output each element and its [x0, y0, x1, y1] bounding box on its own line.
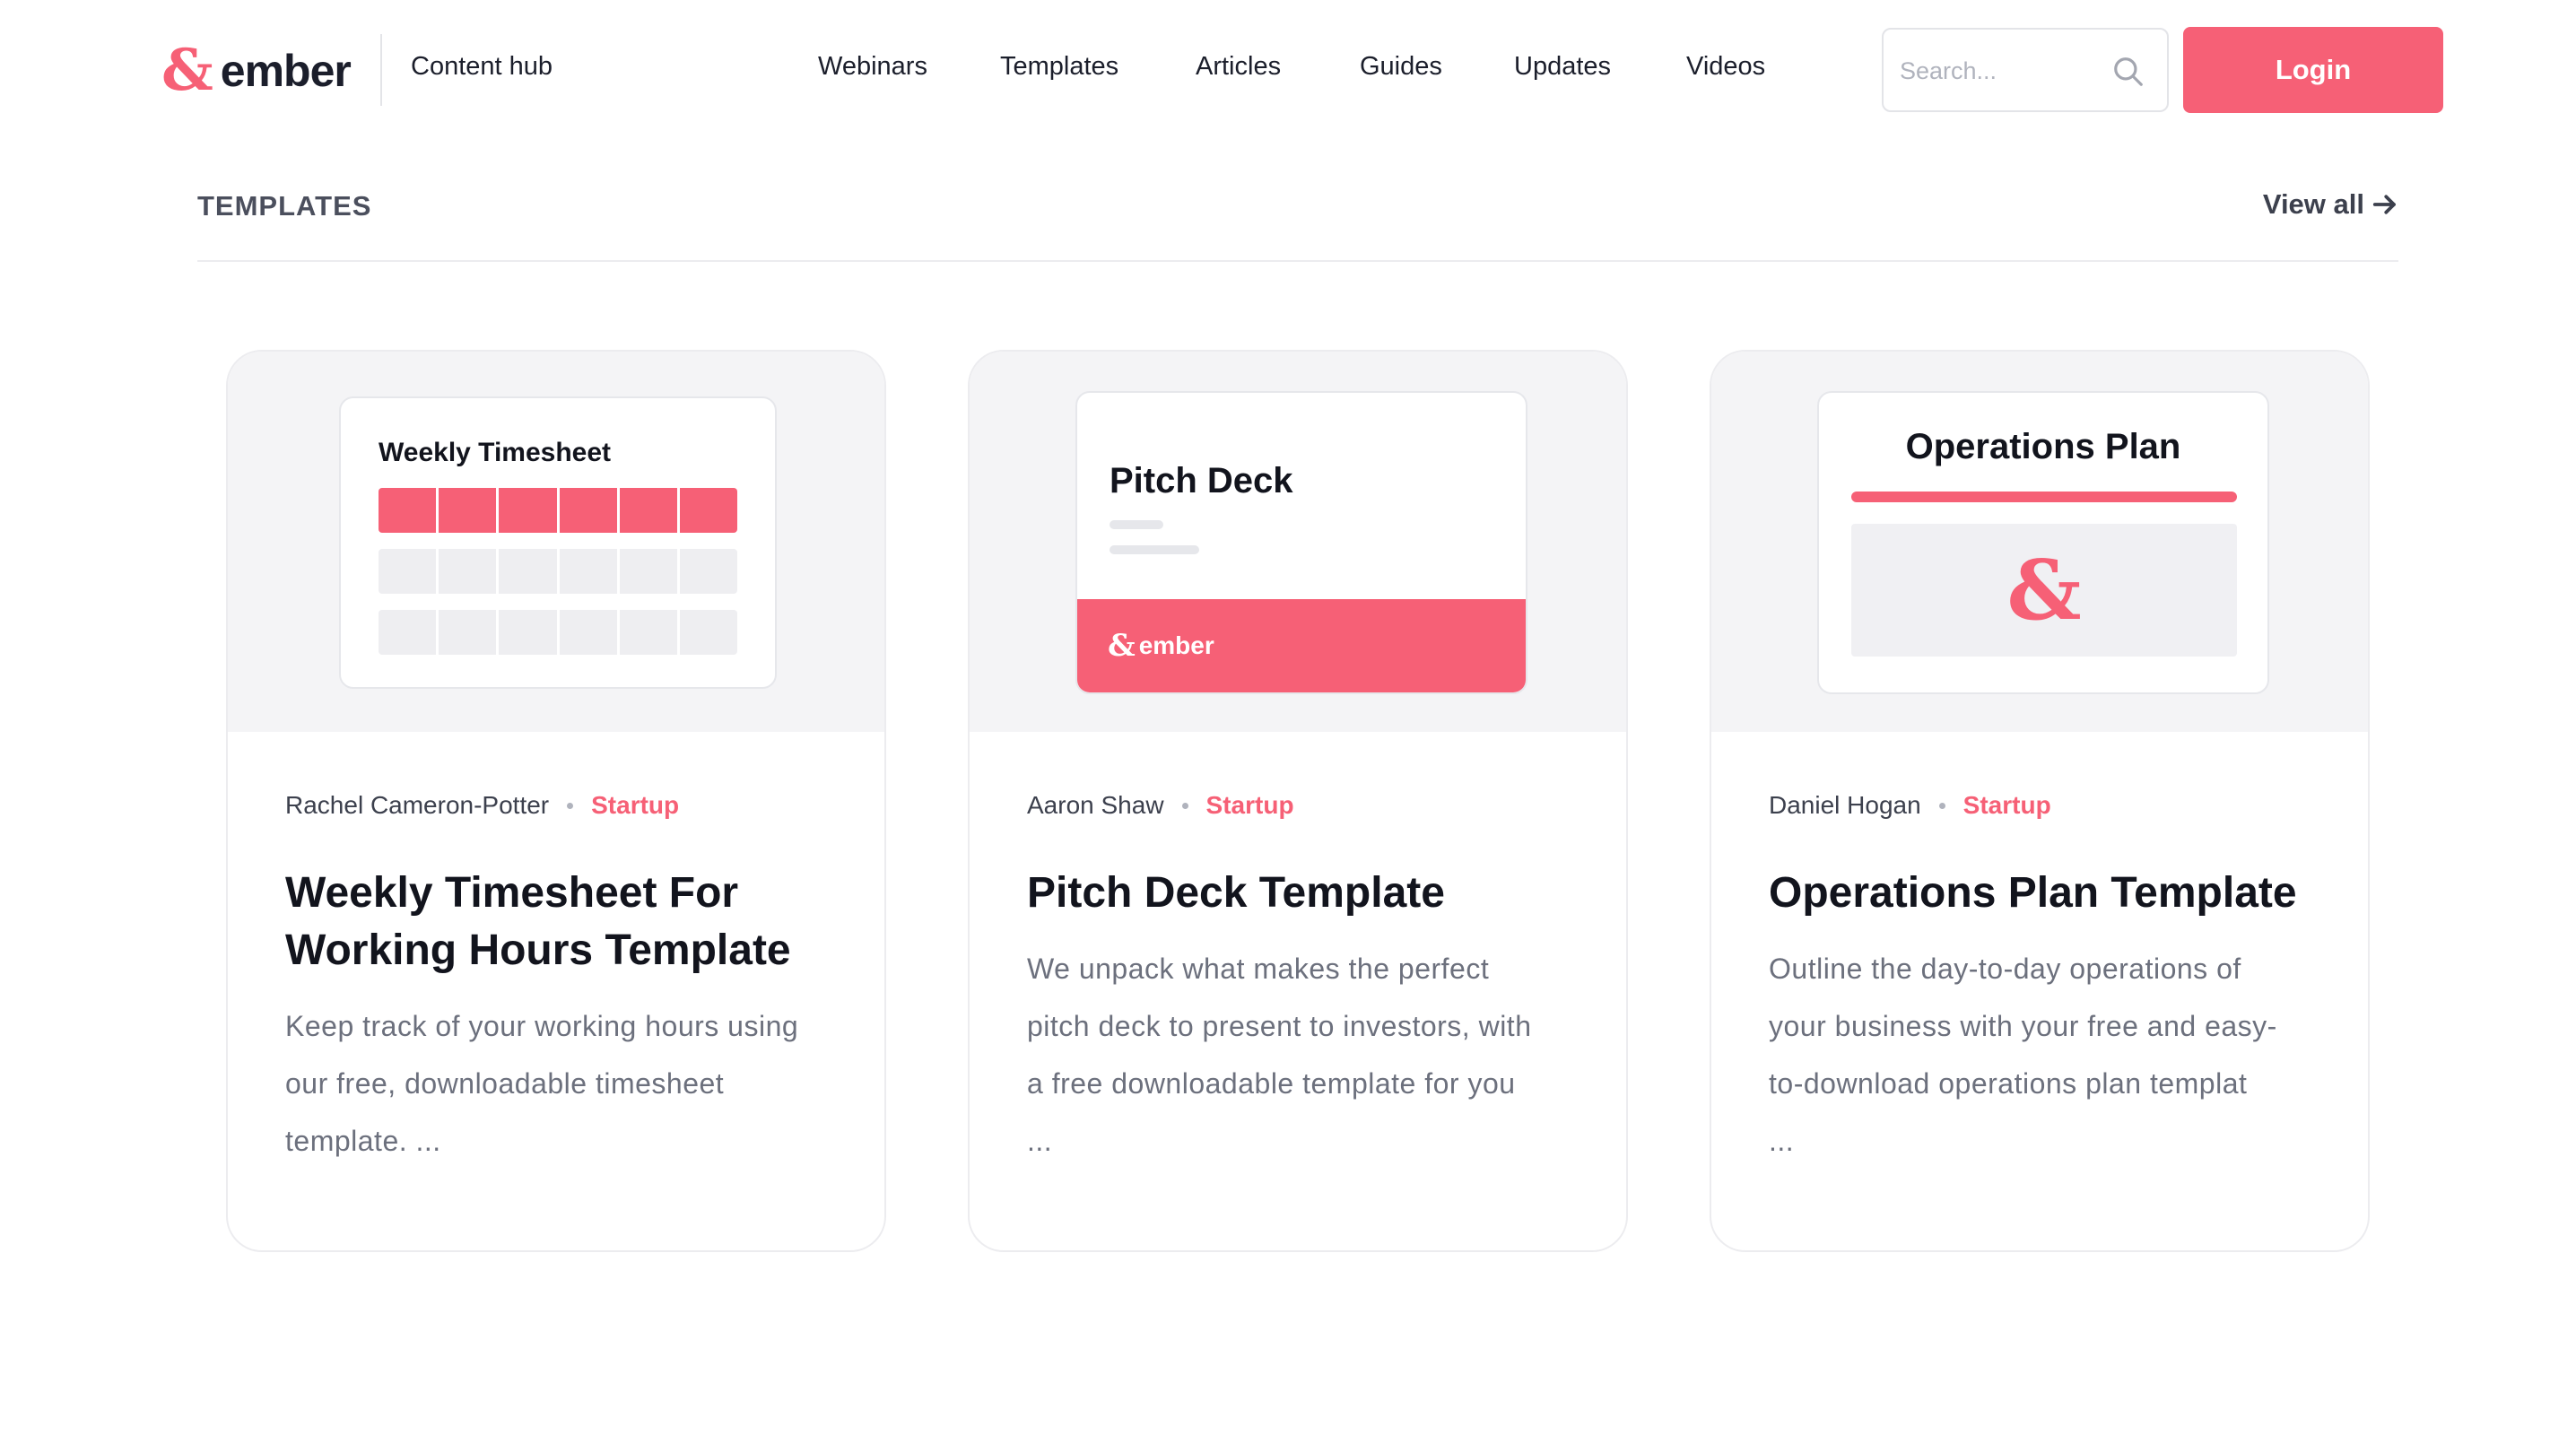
card-description-line: ... — [1769, 1125, 1795, 1157]
template-card-weekly-timesheet[interactable]: Weekly Timesheet Rachel Cameron-Potter S… — [226, 350, 886, 1252]
logo-ampersand-icon: & — [161, 37, 213, 104]
placeholder-line — [1110, 520, 1163, 529]
category-tag[interactable]: Startup — [1206, 791, 1294, 820]
search-box — [1882, 28, 2169, 112]
thumbnail-image-box: & — [1851, 524, 2237, 657]
pitch-deck-thumbnail: Pitch Deck & ember — [1075, 391, 1527, 694]
card-meta: Rachel Cameron-Potter Startup — [285, 789, 834, 822]
nav-item-templates[interactable]: Templates — [1000, 52, 1118, 82]
card-preview: Operations Plan & — [1711, 352, 2368, 732]
category-tag[interactable]: Startup — [591, 791, 679, 820]
ampersand-icon: & — [1108, 628, 1136, 664]
card-body: Rachel Cameron-Potter Startup Weekly Tim… — [285, 789, 834, 1170]
nav-item-guides[interactable]: Guides — [1360, 52, 1442, 82]
header-divider — [380, 34, 382, 106]
card-description: We unpack what makes the perfect pitch d… — [1027, 940, 1576, 1170]
ember-logo[interactable]: & ember — [161, 37, 352, 104]
card-description: Outline the day-to-day operations of you… — [1769, 940, 2318, 1170]
card-author[interactable]: Aaron Shaw — [1027, 791, 1164, 820]
nav-item-videos[interactable]: Videos — [1686, 52, 1765, 82]
card-meta: Aaron Shaw Startup — [1027, 789, 1576, 822]
thumbnail-accent-bar — [1851, 492, 2237, 502]
thumbnail-title: Weekly Timesheet — [379, 438, 612, 467]
section-title: TEMPLATES — [197, 190, 372, 222]
nav-item-webinars[interactable]: Webinars — [818, 52, 927, 82]
site-header: & ember Content hub Webinars Templates A… — [0, 0, 2576, 140]
card-author[interactable]: Daniel Hogan — [1769, 791, 1921, 820]
card-description-line: Keep track of your working hours using — [285, 1010, 799, 1042]
card-title[interactable]: Operations Plan Template — [1769, 865, 2318, 922]
view-all-link[interactable]: View all — [2263, 188, 2398, 221]
card-body: Daniel Hogan Startup Operations Plan Tem… — [1769, 789, 2318, 1170]
card-description: Keep track of your working hours using o… — [285, 997, 834, 1170]
thumbnail-brand: ember — [1138, 631, 1214, 659]
thumbnail-brand-band: & ember — [1077, 599, 1526, 692]
timesheet-header-row — [379, 488, 737, 533]
section-divider — [197, 260, 2398, 262]
card-title-line: Working Hours Template — [285, 927, 791, 974]
login-button[interactable]: Login — [2183, 27, 2443, 113]
card-description-line: Outline the day-to-day operations of — [1769, 953, 2241, 985]
timesheet-row — [379, 610, 737, 655]
card-description-line: ... — [1027, 1125, 1053, 1157]
thumbnail-title: Operations Plan — [1905, 427, 2181, 466]
card-description-line: We unpack what makes the perfect — [1027, 953, 1490, 985]
card-description-line: your business with your free and easy- — [1769, 1010, 2277, 1042]
card-description-line: our free, downloadable timesheet — [285, 1067, 725, 1100]
card-meta: Daniel Hogan Startup — [1769, 789, 2318, 822]
card-author[interactable]: Rachel Cameron-Potter — [285, 791, 549, 820]
content-hub-link[interactable]: Content hub — [411, 52, 553, 82]
card-preview: Weekly Timesheet — [228, 352, 884, 732]
search-icon[interactable] — [2111, 55, 2145, 89]
card-description-line: pitch deck to present to investors, with — [1027, 1010, 1532, 1042]
meta-separator-dot — [1938, 802, 1945, 809]
meta-separator-dot — [1181, 802, 1188, 809]
timesheet-thumbnail: Weekly Timesheet — [339, 396, 777, 689]
card-title[interactable]: Pitch Deck Template — [1027, 865, 1576, 922]
category-tag[interactable]: Startup — [1963, 791, 2051, 820]
view-all-label: View all — [2262, 188, 2364, 220]
logo-wordmark: ember — [220, 46, 352, 96]
card-title[interactable]: Weekly Timesheet For Working Hours Templ… — [285, 865, 834, 979]
ampersand-icon: & — [2006, 542, 2082, 639]
card-description-line: template. ... — [285, 1125, 441, 1157]
search-input[interactable] — [1900, 49, 2106, 92]
timesheet-row — [379, 549, 737, 594]
card-description-line: to-download operations plan templat — [1769, 1067, 2248, 1100]
arrow-right-icon — [2372, 195, 2396, 214]
nav-item-updates[interactable]: Updates — [1514, 52, 1611, 82]
card-description-line: a free downloadable template for you — [1027, 1067, 1516, 1100]
operations-plan-thumbnail: Operations Plan & — [1817, 391, 2269, 694]
nav-item-articles[interactable]: Articles — [1196, 52, 1281, 82]
meta-separator-dot — [567, 802, 574, 809]
card-preview: Pitch Deck & ember — [970, 352, 1626, 732]
placeholder-line — [1110, 545, 1199, 554]
card-body: Aaron Shaw Startup Pitch Deck Template W… — [1027, 789, 1576, 1170]
template-card-pitch-deck[interactable]: Pitch Deck & ember Aaron Shaw Startup Pi… — [968, 350, 1628, 1252]
card-title-line: Weekly Timesheet For — [285, 869, 739, 917]
thumbnail-title: Pitch Deck — [1110, 461, 1293, 500]
template-card-operations-plan[interactable]: Operations Plan & Daniel Hogan Startup O… — [1710, 350, 2370, 1252]
